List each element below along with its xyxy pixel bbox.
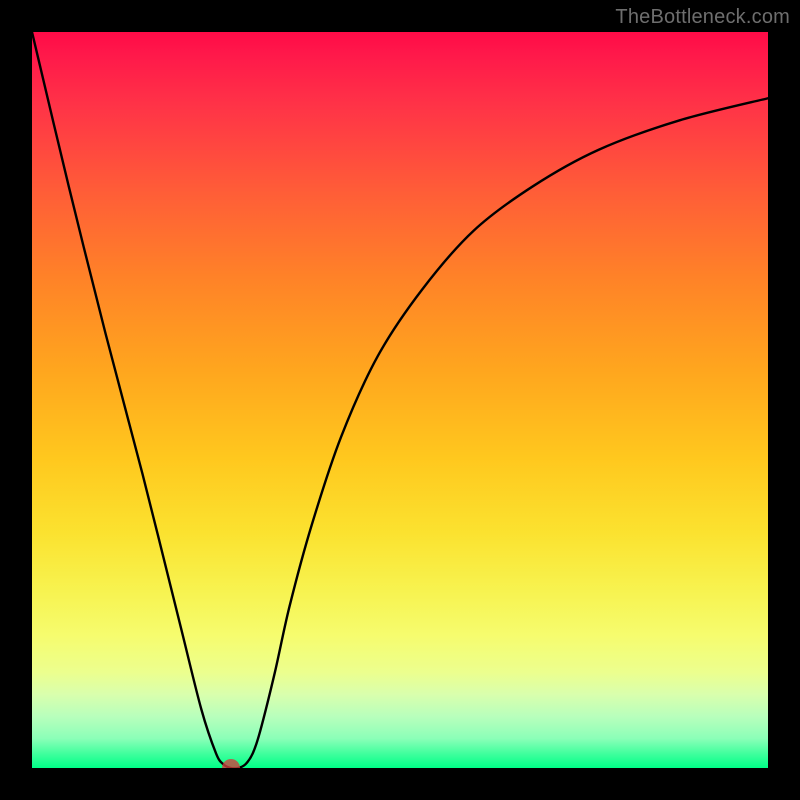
plot-area [32, 32, 768, 768]
chart-frame: TheBottleneck.com [0, 0, 800, 800]
bottleneck-curve [32, 32, 768, 768]
watermark-text: TheBottleneck.com [615, 6, 790, 29]
